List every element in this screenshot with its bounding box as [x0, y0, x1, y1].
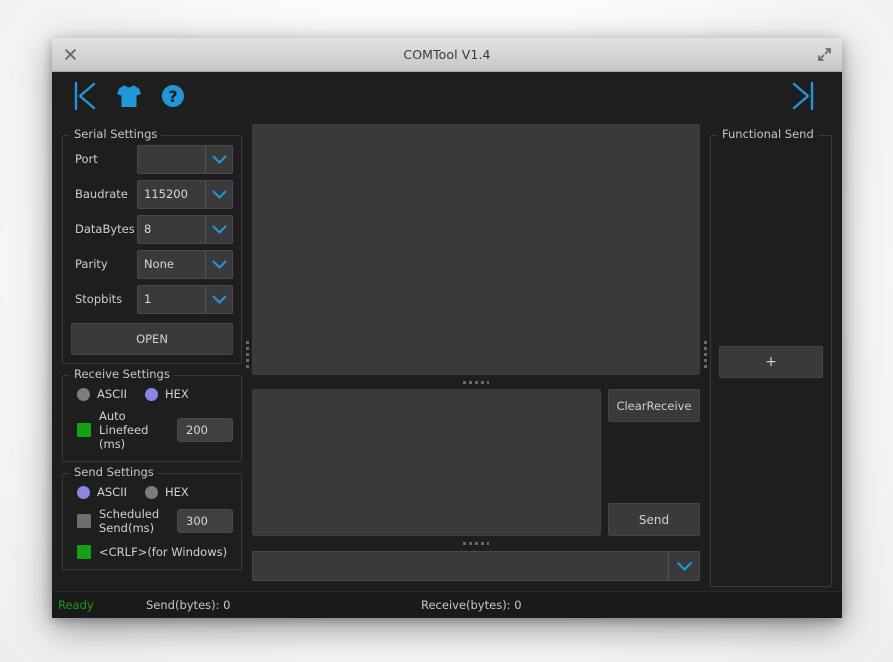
- chevron-down-icon: [205, 251, 232, 278]
- receive-settings-group: Receive Settings ASCII HEX Aut: [62, 375, 242, 462]
- right-splitter-handle[interactable]: [700, 120, 710, 591]
- databytes-label: DataBytes: [71, 222, 137, 236]
- receive-textarea[interactable]: [252, 124, 700, 375]
- splitter-grip-icon: [246, 341, 249, 371]
- functional-send-title: Functional Send: [718, 127, 818, 141]
- port-row: Port: [71, 145, 233, 173]
- radio-dot-icon: [77, 486, 90, 499]
- send-ascii-label: ASCII: [97, 485, 127, 499]
- stopbits-row: Stopbits 1: [71, 285, 233, 313]
- chevron-down-icon: [205, 216, 232, 243]
- open-port-button[interactable]: OPEN: [71, 323, 233, 355]
- center-stack: ClearReceive Send: [252, 124, 700, 591]
- chevron-down-icon: [205, 181, 232, 208]
- send-format-radios: ASCII HEX: [71, 483, 233, 505]
- send-bytes-counter: Send(bytes): 0: [146, 598, 421, 612]
- serial-settings-title: Serial Settings: [70, 127, 161, 141]
- port-select[interactable]: [137, 145, 233, 174]
- receive-ascii-radio[interactable]: ASCII: [77, 387, 127, 401]
- status-bar: Ready Send(bytes): 0 Receive(bytes): 0: [52, 591, 842, 618]
- collapse-left-icon[interactable]: [66, 77, 104, 115]
- databytes-value: 8: [138, 222, 205, 236]
- left-splitter-handle[interactable]: [242, 120, 252, 591]
- splitter-grip-icon: [463, 542, 489, 545]
- databytes-select[interactable]: 8: [137, 215, 233, 244]
- radio-dot-icon: [77, 388, 90, 401]
- send-hex-radio[interactable]: HEX: [145, 485, 189, 499]
- send-buttons-column: ClearReceive Send: [608, 389, 700, 536]
- serial-settings-group: Serial Settings Port Baudrate: [62, 135, 242, 364]
- functional-send-group: Functional Send +: [710, 135, 832, 587]
- clear-receive-button[interactable]: ClearReceive: [608, 389, 700, 422]
- receive-hex-label: HEX: [165, 387, 189, 401]
- receive-send-splitter-handle[interactable]: [252, 375, 700, 389]
- receive-hex-radio[interactable]: HEX: [145, 387, 189, 401]
- window-body: Serial Settings Port Baudrate: [52, 120, 842, 591]
- maximize-icon[interactable]: [806, 39, 842, 71]
- scheduled-send-checkbox[interactable]: [77, 514, 91, 528]
- splitter-grip-icon: [704, 341, 707, 371]
- crlf-label: <CRLF>(for Windows): [99, 545, 227, 559]
- baudrate-value: 115200: [138, 187, 205, 201]
- send-history-select[interactable]: [252, 551, 700, 581]
- scheduled-send-input[interactable]: 300: [177, 509, 233, 533]
- receive-ascii-label: ASCII: [97, 387, 127, 401]
- stopbits-label: Stopbits: [71, 292, 137, 306]
- window-titlebar[interactable]: COMTool V1.4: [52, 38, 842, 72]
- stopbits-select[interactable]: 1: [137, 285, 233, 314]
- splitter-grip-icon: [463, 381, 489, 384]
- send-hex-label: HEX: [165, 485, 189, 499]
- desktop-background: COMTool V1.4: [0, 0, 893, 662]
- databytes-row: DataBytes 8: [71, 215, 233, 243]
- baudrate-row: Baudrate 115200: [71, 180, 233, 208]
- status-badge: Ready: [58, 598, 146, 612]
- send-settings-group: Send Settings ASCII HEX Schedu: [62, 473, 242, 570]
- send-history-splitter-handle[interactable]: [252, 536, 700, 550]
- crlf-row: <CRLF>(for Windows): [71, 543, 233, 561]
- send-settings-title: Send Settings: [70, 465, 158, 479]
- crlf-checkbox[interactable]: [77, 545, 91, 559]
- baudrate-select[interactable]: 115200: [137, 180, 233, 209]
- left-settings-column: Serial Settings Port Baudrate: [62, 120, 242, 591]
- parity-row: Parity None: [71, 250, 233, 278]
- send-row: ClearReceive Send: [252, 389, 700, 536]
- port-label: Port: [71, 152, 137, 166]
- chevron-down-icon: [205, 146, 232, 173]
- add-functional-send-button[interactable]: +: [719, 346, 823, 378]
- chevron-down-icon: [668, 552, 699, 580]
- parity-select[interactable]: None: [137, 250, 233, 279]
- receive-bytes-counter: Receive(bytes): 0: [421, 598, 522, 612]
- center-column: ClearReceive Send: [252, 120, 700, 591]
- radio-dot-icon: [145, 486, 158, 499]
- send-button[interactable]: Send: [608, 503, 700, 536]
- tshirt-theme-icon[interactable]: [110, 77, 148, 115]
- stopbits-value: 1: [138, 292, 205, 306]
- auto-linefeed-input[interactable]: 200: [177, 418, 233, 442]
- send-textarea[interactable]: [252, 389, 601, 536]
- radio-dot-icon: [145, 388, 158, 401]
- receive-settings-title: Receive Settings: [70, 367, 174, 381]
- auto-linefeed-checkbox[interactable]: [77, 423, 91, 437]
- main-toolbar: ?: [52, 72, 842, 120]
- help-icon[interactable]: ?: [154, 77, 192, 115]
- scheduled-send-row: Scheduled Send(ms) 300: [71, 505, 233, 537]
- send-ascii-radio[interactable]: ASCII: [77, 485, 127, 499]
- collapse-right-icon[interactable]: [784, 77, 822, 115]
- svg-text:?: ?: [168, 87, 177, 106]
- comtool-window: COMTool V1.4: [52, 38, 842, 618]
- parity-value: None: [138, 257, 205, 271]
- receive-format-radios: ASCII HEX: [71, 385, 233, 407]
- baudrate-label: Baudrate: [71, 187, 137, 201]
- parity-label: Parity: [71, 257, 137, 271]
- chevron-down-icon: [205, 286, 232, 313]
- auto-linefeed-label: Auto Linefeed (ms): [99, 409, 173, 451]
- scheduled-send-label: Scheduled Send(ms): [99, 507, 173, 535]
- close-icon[interactable]: [52, 39, 88, 71]
- window-title: COMTool V1.4: [52, 47, 842, 62]
- auto-linefeed-row: Auto Linefeed (ms) 200: [71, 407, 233, 453]
- right-column: Functional Send +: [710, 120, 832, 591]
